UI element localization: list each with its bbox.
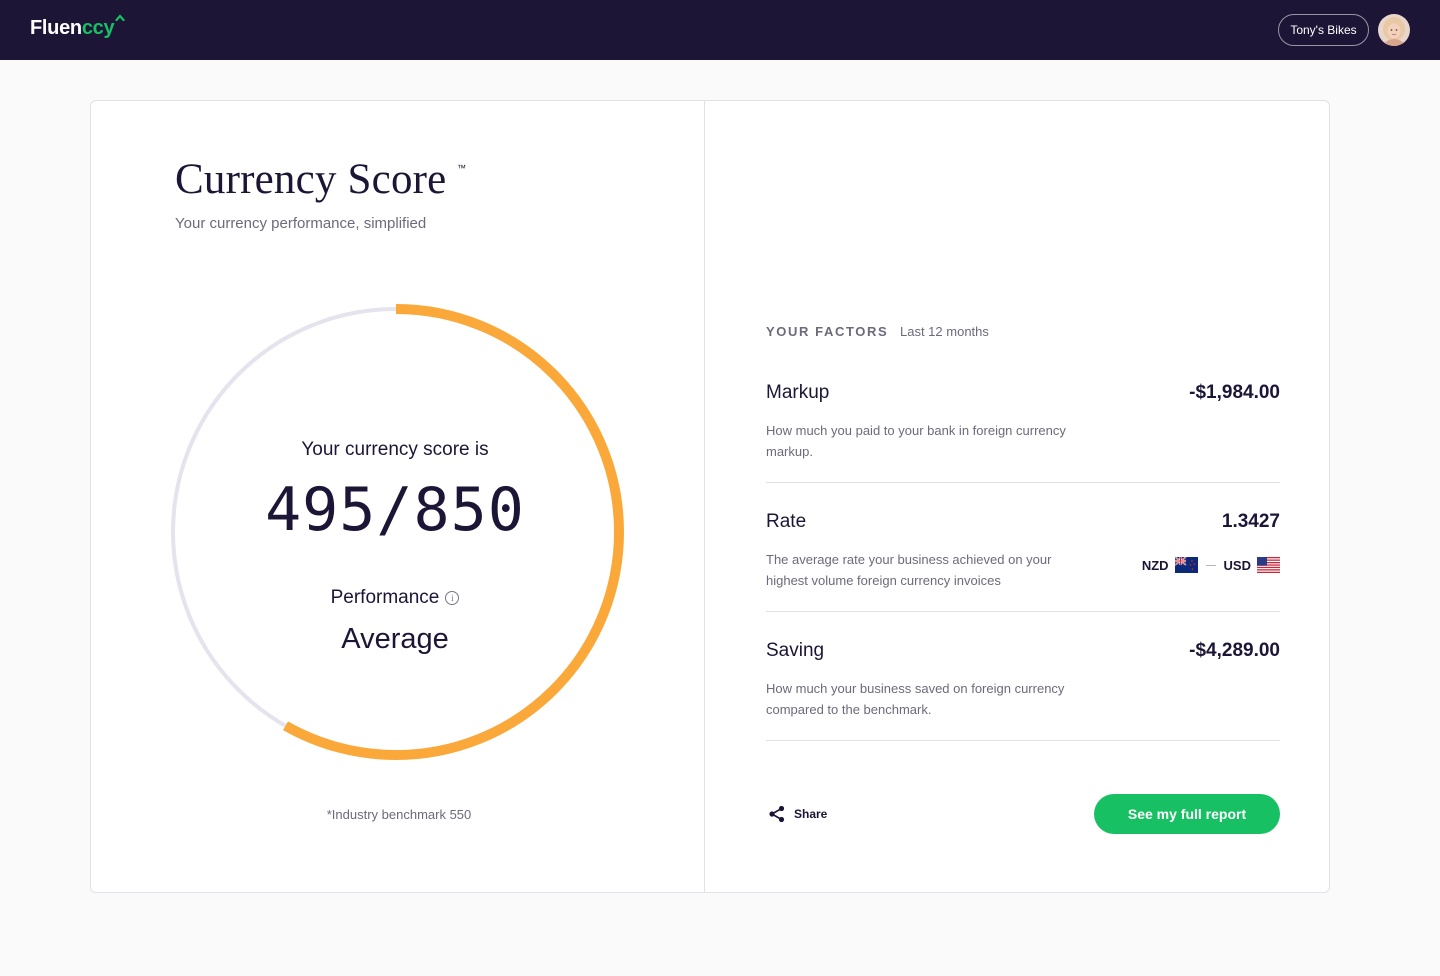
share-label: Share bbox=[794, 807, 828, 821]
performance-label: Performance bbox=[330, 587, 440, 608]
industry-benchmark: *Industry benchmark 550 bbox=[326, 807, 472, 822]
logo-text-primary: Fluen bbox=[30, 17, 82, 39]
currency-pair: NZD USD bbox=[1142, 557, 1280, 573]
info-icon[interactable]: i bbox=[445, 591, 460, 605]
factor-description: How much your business saved on foreign … bbox=[766, 681, 1065, 717]
panel-divider bbox=[704, 101, 705, 892]
account-switcher-button[interactable]: Tony's Bikes bbox=[1278, 14, 1369, 46]
factor-value: -$4,289.00 bbox=[1189, 640, 1280, 661]
pair-separator bbox=[1205, 564, 1216, 566]
factor-name: Rate bbox=[766, 511, 807, 532]
score-label: Your currency score is bbox=[301, 439, 489, 460]
logo-text-accent: ccy bbox=[81, 17, 115, 39]
factor-divider bbox=[766, 740, 1280, 741]
page-subtitle: Your currency performance, simplified bbox=[175, 215, 427, 232]
us-flag-icon bbox=[1257, 557, 1280, 573]
currency-score-card: Currency Score ™ Your currency performan… bbox=[90, 100, 1330, 893]
factors-period: Last 12 months bbox=[900, 324, 989, 339]
factors-heading: YOUR FACTORS bbox=[766, 324, 889, 339]
factor-name: Markup bbox=[766, 382, 830, 403]
performance-value: Average bbox=[341, 623, 449, 655]
factor-description: How much you paid to your bank in foreig… bbox=[766, 423, 1066, 459]
performance-label-row: Performance i bbox=[175, 587, 615, 609]
score-value: 495/850 bbox=[265, 475, 525, 545]
to-currency-code: USD bbox=[1223, 557, 1251, 573]
nz-flag-icon bbox=[1174, 557, 1198, 573]
factor-description: The average rate your business achieved … bbox=[766, 552, 1052, 588]
user-avatar[interactable] bbox=[1378, 14, 1410, 46]
share-icon bbox=[769, 805, 785, 823]
from-currency-code: NZD bbox=[1141, 557, 1169, 573]
factor-divider bbox=[766, 482, 1280, 483]
factor-name: Saving bbox=[766, 640, 825, 661]
fluenccy-logo[interactable]: Fluen ccy bbox=[30, 14, 125, 43]
factor-value: 1.3427 bbox=[1221, 511, 1280, 532]
avatar-portrait-icon bbox=[1378, 14, 1410, 46]
logo-caret-icon bbox=[115, 14, 125, 22]
factor-value: -$1,984.00 bbox=[1189, 382, 1280, 403]
page-title: Currency Score bbox=[175, 156, 447, 203]
factor-divider bbox=[766, 611, 1280, 612]
trademark-mark: ™ bbox=[457, 163, 466, 173]
top-navigation-bar: Fluen ccy Tony's Bikes bbox=[0, 0, 1440, 60]
share-button[interactable]: Share bbox=[768, 805, 827, 823]
see-full-report-button[interactable]: See my full report bbox=[1094, 794, 1280, 834]
